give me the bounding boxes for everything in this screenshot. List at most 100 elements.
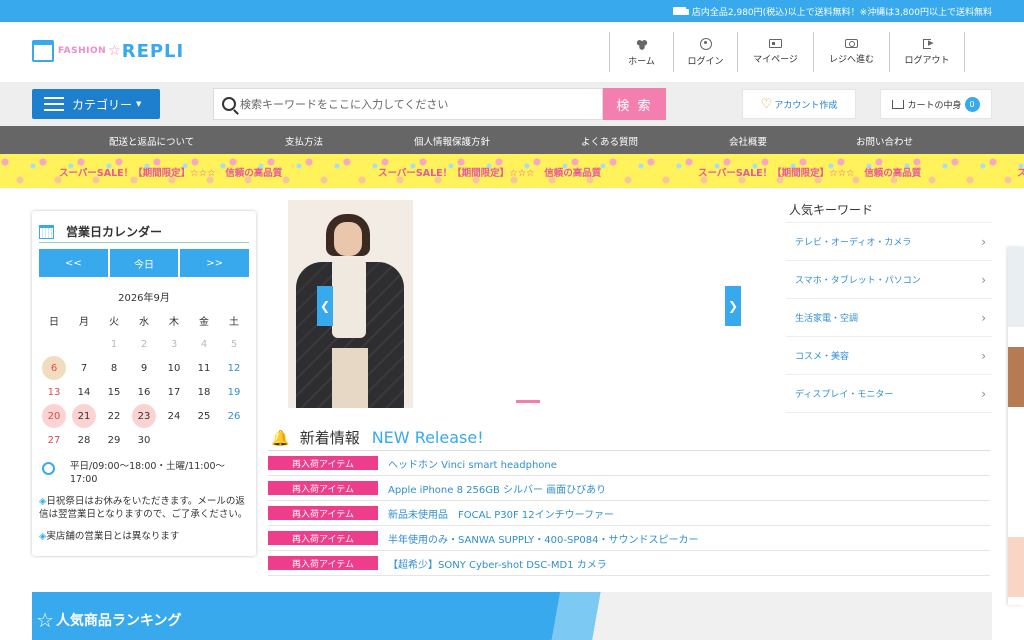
cart-button[interactable]: カートの中身 0 — [880, 89, 992, 119]
calendar-note-text: 日祝祭日はお休みをいただきます。メールの返信は翌営業日となりますので、ご了承くだ… — [39, 496, 248, 520]
calendar-day[interactable]: 2 — [129, 332, 159, 356]
calendar-day[interactable]: 28 — [69, 428, 99, 452]
calendar-day[interactable]: 9 — [129, 356, 159, 380]
caret-down-icon: ▼ — [136, 100, 142, 108]
calendar-note: ◈日祝祭日はお休みをいただきます。メールの返信は翌営業日となりますので、ご了承く… — [39, 495, 249, 521]
nav-logout[interactable]: ログアウト — [889, 32, 965, 72]
create-account-button[interactable]: ♡ アカウント作成 — [742, 89, 856, 119]
calendar-day[interactable]: 4 — [189, 332, 219, 356]
nav-checkout[interactable]: レジへ進む — [813, 32, 889, 72]
banner-text: スーパーSALE！【期間限定】☆☆☆ 信頼の高品質 — [378, 165, 601, 179]
calendar-day[interactable]: 1 — [99, 332, 129, 356]
slider-dot[interactable] — [516, 400, 540, 403]
keyword-item[interactable]: テレビ・オーディオ・カメラ › — [786, 223, 992, 261]
menu-payment[interactable]: 支払方法 — [285, 134, 323, 148]
calendar-today-button[interactable]: 今日 — [109, 249, 179, 277]
search-band: カテゴリー ▼ 検 索 ♡ アカウント作成 カートの中身 0 — [0, 82, 1024, 126]
sale-banner[interactable]: スーパーSALE！【期間限定】☆☆☆ 信頼の高品質 スーパーSALE！【期間限定… — [0, 154, 1024, 188]
keyword-item[interactable]: 生活家電・空調 › — [786, 299, 992, 337]
peek-image — [1008, 537, 1024, 597]
header-nav: ホーム ログイン マイページ レジへ進む ログアウト — [609, 32, 965, 72]
calendar-day[interactable]: 29 — [99, 428, 129, 452]
calendar-day — [39, 332, 69, 356]
calendar-day[interactable]: 14 — [69, 380, 99, 404]
calendar-day[interactable]: 15 — [99, 380, 129, 404]
menu-contact[interactable]: お問い合わせ — [856, 134, 913, 148]
calendar-day[interactable]: 7 — [69, 356, 99, 380]
calendar-day[interactable]: 8 — [99, 356, 129, 380]
calendar-day[interactable]: 24 — [159, 404, 189, 428]
calendar-title: 営業日カレンダー — [66, 225, 163, 239]
calendar-day[interactable]: 26 — [219, 404, 249, 428]
slider-next-button[interactable]: ❯ — [725, 286, 741, 326]
keyword-item[interactable]: スマホ・タブレット・パソコン › — [786, 261, 992, 299]
calendar-grid: 日月火水木金土 1 2 3 4 5 6 7 8 9 10 11 12 13 14 15 16 17 18 19 20 21… — [39, 308, 249, 452]
nav-mypage[interactable]: マイページ — [737, 32, 813, 72]
menu-shipping-returns[interactable]: 配送と返品について — [109, 134, 194, 148]
heart-icon: ♡ — [760, 96, 773, 112]
calendar-day[interactable]: 11 — [189, 356, 219, 380]
calendar-day[interactable]: 18 — [189, 380, 219, 404]
nav-login[interactable]: ログイン — [673, 32, 737, 72]
calendar-day[interactable]: 3 — [159, 332, 189, 356]
calendar-day[interactable]: 16 — [129, 380, 159, 404]
menu-privacy[interactable]: 個人情報保護方針 — [414, 134, 490, 148]
news-row: 再入荷アイテム 半年使用のみ・SANWA SUPPLY・400-SP084・サウン… — [268, 526, 990, 551]
calendar-icon — [39, 224, 54, 239]
search-button[interactable]: 検 索 — [603, 88, 666, 120]
calendar-day[interactable]: 22 — [99, 404, 129, 428]
nav-home[interactable]: ホーム — [609, 32, 673, 72]
chevron-right-icon: › — [981, 386, 986, 401]
photo-blouse — [332, 258, 366, 338]
news-tag: 再入荷アイテム — [268, 481, 378, 495]
clock-icon — [42, 462, 55, 475]
calendar-note: ◈実店舗の営業日とは異なります — [39, 530, 249, 543]
chevron-right-icon: › — [981, 348, 986, 363]
calendar-day[interactable]: 12 — [219, 356, 249, 380]
calendar-next-button[interactable]: >> — [180, 249, 250, 277]
business-hours-text: 平日/09:00～18:00・土曜/11:00～17:00 — [70, 461, 226, 485]
menu-company[interactable]: 会社概要 — [729, 134, 767, 148]
search-input[interactable] — [240, 97, 590, 111]
news-tag: 再入荷アイテム — [268, 506, 378, 520]
news-link[interactable]: 半年使用のみ・SANWA SUPPLY・400-SP084・サウンドスピーカー — [388, 531, 698, 546]
calendar-day[interactable]: 20 — [39, 404, 69, 428]
news-row: 再入荷アイテム Apple iPhone 8 256GB シルバー 画面ひびあり — [268, 476, 990, 501]
calendar-day[interactable]: 5 — [219, 332, 249, 356]
calendar-day[interactable]: 30 — [129, 428, 159, 452]
site-logo[interactable]: FASHION ☆ REPLI — [32, 40, 184, 62]
calendar-day[interactable]: 23 — [129, 404, 159, 428]
keyword-label: テレビ・オーディオ・カメラ — [795, 238, 912, 248]
calendar-day[interactable]: 13 — [39, 380, 69, 404]
slide-photo[interactable] — [288, 200, 413, 408]
keyword-label: コスメ・美容 — [795, 352, 850, 362]
news-link[interactable]: Apple iPhone 8 256GB シルバー 画面ひびあり — [388, 481, 606, 496]
category-button[interactable]: カテゴリー ▼ — [32, 89, 160, 119]
calendar-day[interactable]: 10 — [159, 356, 189, 380]
calendar-day-number: 21 — [72, 404, 96, 428]
calendar-day[interactable]: 6 — [39, 356, 69, 380]
calendar-weekday: 火 — [109, 316, 119, 328]
menu-faq[interactable]: よくある質問 — [581, 134, 638, 148]
news-link[interactable]: 【超希少】SONY Cyber-shot DSC-MD1 カメラ — [388, 556, 607, 571]
keyword-item[interactable]: ディスプレイ・モニター › — [786, 375, 992, 413]
news-tag: 再入荷アイテム — [268, 456, 378, 470]
calendar-weekday: 土 — [229, 316, 239, 328]
keywords-title: 人気キーワード — [786, 196, 992, 223]
search-box — [213, 88, 603, 120]
calendar-day[interactable]: 27 — [39, 428, 69, 452]
news-link[interactable]: ヘッドホン Vinci smart headphone — [388, 456, 557, 471]
calendar-day[interactable]: 17 — [159, 380, 189, 404]
calendar-day[interactable]: 19 — [219, 380, 249, 404]
slider-prev-button[interactable]: ❮ — [317, 286, 333, 326]
calendar-day — [69, 332, 99, 356]
calendar-day[interactable]: 21 — [69, 404, 99, 428]
chevron-right-icon: › — [981, 234, 986, 249]
news-link[interactable]: 新品未使用品 FOCAL P30F 12インチウーファー — [388, 506, 614, 521]
side-banner-peek[interactable] — [1008, 247, 1024, 605]
calendar-day[interactable]: 25 — [189, 404, 219, 428]
calendar-prev-button[interactable]: << — [39, 249, 108, 277]
keyword-item[interactable]: コスメ・美容 › — [786, 337, 992, 375]
search-icon — [222, 97, 236, 111]
category-label: カテゴリー — [72, 97, 133, 112]
